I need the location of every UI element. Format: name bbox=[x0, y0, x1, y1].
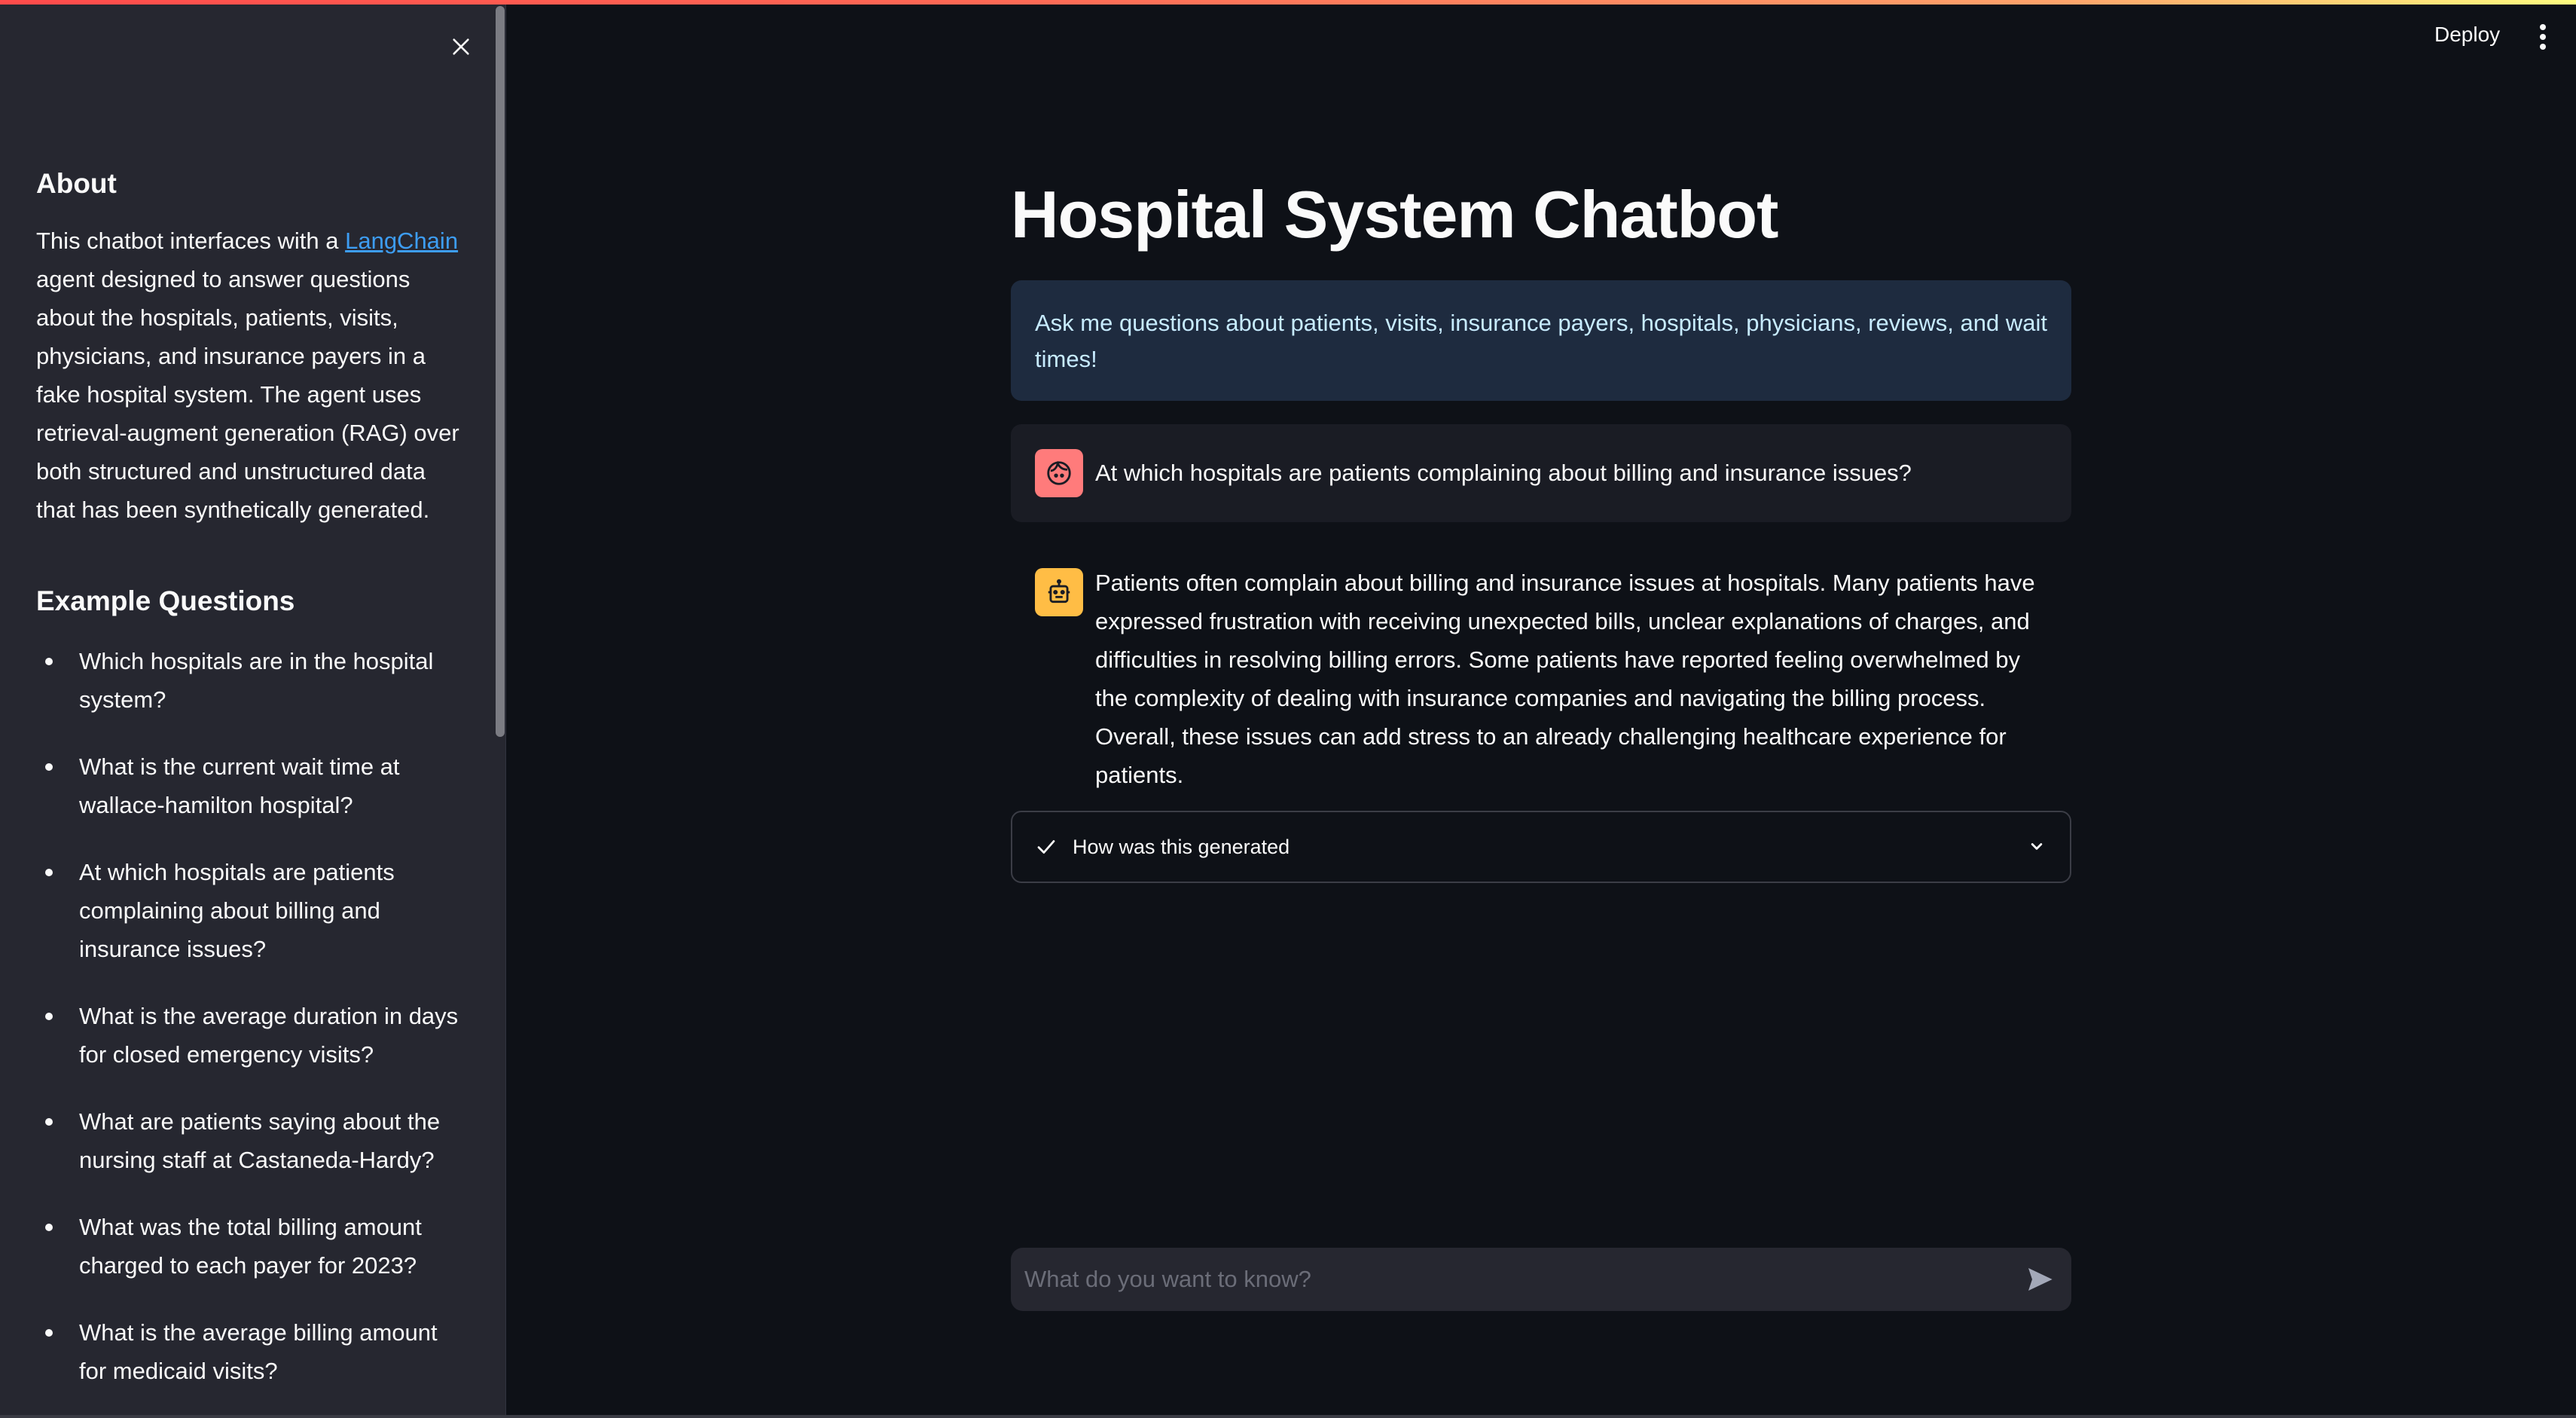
assistant-avatar bbox=[1035, 568, 1083, 616]
kebab-menu-icon bbox=[2540, 24, 2546, 30]
info-alert: Ask me questions about patients, visits,… bbox=[1011, 280, 2071, 401]
how-generated-expander[interactable]: How was this generated bbox=[1011, 811, 2071, 883]
example-question-item[interactable]: At which hospitals are patients complain… bbox=[36, 853, 465, 968]
sidebar-close-button[interactable] bbox=[443, 29, 479, 65]
about-heading: About bbox=[36, 168, 117, 199]
check-icon bbox=[1037, 840, 1055, 854]
example-question-item[interactable]: Which hospitals are in the hospital syst… bbox=[36, 642, 465, 719]
langchain-link[interactable]: LangChain bbox=[345, 228, 458, 254]
send-icon bbox=[2028, 1268, 2053, 1291]
user-message-text: At which hospitals are patients complain… bbox=[1095, 459, 1912, 486]
window-bottom-edge bbox=[0, 1415, 2576, 1418]
top-decoration-bar bbox=[0, 0, 2576, 5]
about-text-start: This chatbot interfaces with a bbox=[36, 228, 346, 255]
example-question-item[interactable]: What is the average billing amount for m… bbox=[36, 1313, 465, 1390]
chat-message-assistant: Patients often complain about billing an… bbox=[1011, 550, 2071, 812]
page-title: Hospital System Chatbot bbox=[1011, 177, 1778, 252]
expander-label: How was this generated bbox=[1073, 835, 1290, 858]
chat-input[interactable] bbox=[1024, 1266, 2022, 1293]
about-text: This chatbot interfaces with a LangChain… bbox=[36, 222, 465, 529]
main-menu-button[interactable] bbox=[2537, 24, 2549, 50]
chat-input-container bbox=[1011, 1248, 2071, 1311]
chevron-down-icon bbox=[2031, 843, 2043, 850]
sidebar: About This chatbot interfaces with a Lan… bbox=[0, 0, 506, 1418]
deploy-button[interactable]: Deploy bbox=[2434, 23, 2500, 47]
example-question-item[interactable]: What are patients saying about the nursi… bbox=[36, 1102, 465, 1179]
user-avatar bbox=[1035, 449, 1083, 497]
about-text-end: agent designed to answer questions about… bbox=[36, 266, 459, 524]
example-question-item[interactable]: What is the average duration in days for… bbox=[36, 997, 465, 1074]
example-question-item[interactable]: What is the current wait time at wallace… bbox=[36, 747, 465, 824]
close-icon bbox=[453, 38, 469, 55]
sidebar-content: About This chatbot interfaces with a Lan… bbox=[36, 166, 465, 1418]
sidebar-scrollbar[interactable] bbox=[496, 6, 505, 737]
kebab-menu-icon bbox=[2540, 44, 2546, 50]
user-face-icon bbox=[1047, 460, 1071, 485]
kebab-menu-icon bbox=[2540, 34, 2546, 40]
example-questions-heading: Example Questions bbox=[36, 585, 295, 617]
send-button[interactable] bbox=[2022, 1261, 2058, 1297]
example-question-item[interactable]: What was the total billing amount charge… bbox=[36, 1208, 465, 1285]
robot-icon bbox=[1048, 579, 1070, 604]
chat-message-user: At which hospitals are patients complain… bbox=[1011, 424, 2071, 522]
example-questions-list: Which hospitals are in the hospital syst… bbox=[36, 642, 465, 1390]
assistant-message-text: Patients often complain about billing an… bbox=[1095, 570, 2035, 788]
